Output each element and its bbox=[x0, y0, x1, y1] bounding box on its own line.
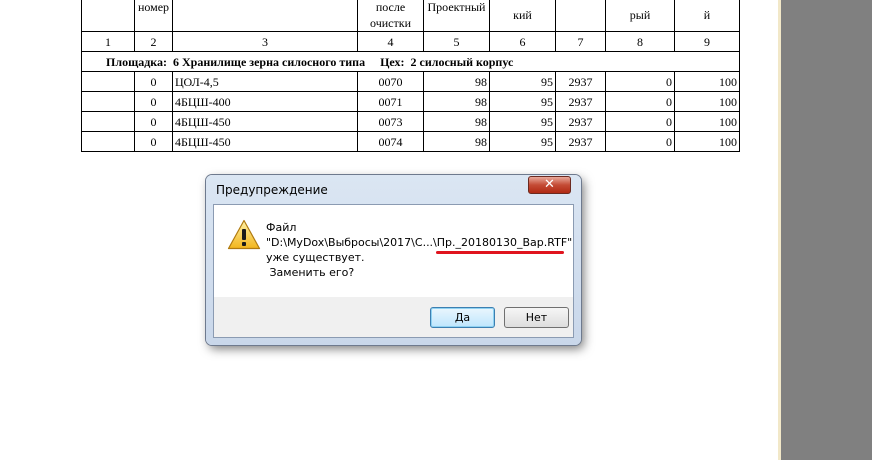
header-cell: после очистки bbox=[357, 0, 424, 32]
table-row: 0 4БЦШ-450 0074 98 95 2937 0 100 bbox=[81, 131, 740, 152]
no-button[interactable]: Нет bbox=[504, 307, 569, 328]
column-number-row: 1 2 3 4 5 6 7 8 9 bbox=[81, 31, 740, 52]
table-row: 0 ЦОЛ-4,5 0070 98 95 2937 0 100 bbox=[81, 71, 740, 92]
message-area: Файл "D:\MyDox\Выбросы\2017\C...\Пр._201… bbox=[214, 205, 573, 297]
group-label: Площадка: 6 Хранилище зерна силосного ти… bbox=[81, 51, 740, 72]
yes-button[interactable]: Да bbox=[430, 307, 495, 328]
close-button[interactable]: ✕ bbox=[528, 176, 571, 194]
header-cell: номер bbox=[134, 0, 173, 32]
dialog-title: Предупреждение bbox=[216, 183, 328, 197]
file-path: "D:\MyDox\Выбросы\2017\C...\Пр._20180130… bbox=[266, 236, 573, 249]
dialog-titlebar[interactable]: Предупреждение ✕ bbox=[206, 175, 581, 203]
report-table: номер после очистки Проектный кий рый й 1… bbox=[81, 0, 740, 152]
header-cell: Проектный bbox=[423, 0, 490, 32]
close-icon: ✕ bbox=[544, 177, 555, 192]
table-row: 0 4БЦШ-450 0073 98 95 2937 0 100 bbox=[81, 111, 740, 132]
warning-dialog: Предупреждение ✕ Файл "D:\MyDox\Выбросы\… bbox=[206, 175, 581, 345]
table-header-row: номер после очистки Проектный кий рый й bbox=[81, 0, 740, 32]
dialog-body: Файл "D:\MyDox\Выбросы\2017\C...\Пр._201… bbox=[213, 204, 574, 338]
header-cell: рый bbox=[605, 0, 675, 32]
filename-highlight bbox=[436, 251, 564, 254]
group-row: Площадка: 6 Хранилище зерна силосного ти… bbox=[81, 51, 740, 72]
workspace-background bbox=[781, 0, 872, 460]
header-cell: й bbox=[674, 0, 740, 32]
message-text: Файл "D:\MyDox\Выбросы\2017\C...\Пр._201… bbox=[266, 221, 573, 279]
warning-icon bbox=[227, 219, 261, 250]
table-row: 0 4БЦШ-400 0071 98 95 2937 0 100 bbox=[81, 91, 740, 112]
header-cell: кий bbox=[489, 0, 556, 32]
